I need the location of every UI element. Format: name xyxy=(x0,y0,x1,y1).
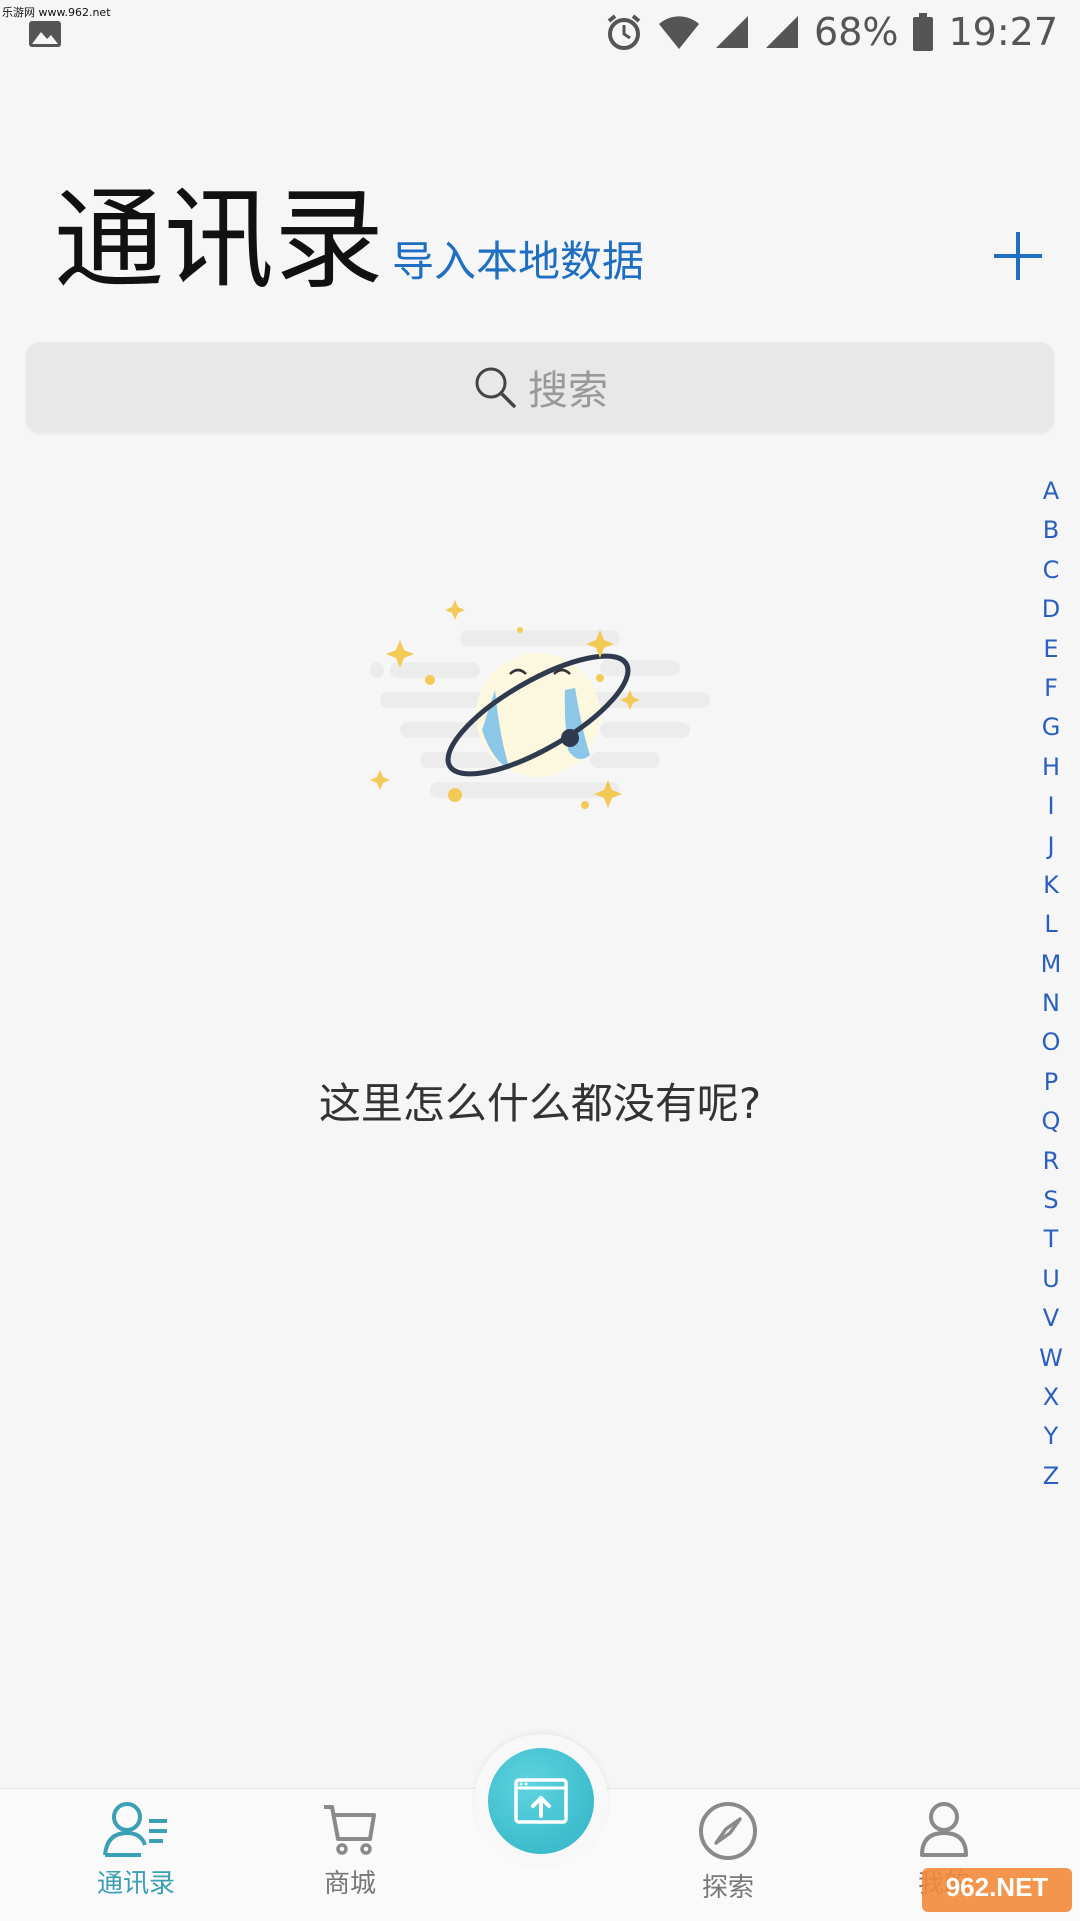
index-letter-d[interactable]: D xyxy=(1032,590,1070,629)
search-placeholder: 搜索 xyxy=(528,368,608,414)
contacts-icon xyxy=(103,1802,167,1857)
upload-button[interactable] xyxy=(488,1748,594,1854)
import-local-data-link[interactable]: 导入本地数据 xyxy=(392,236,644,288)
svg-text:962.NET: 962.NET xyxy=(946,1872,1049,1902)
tab-mall[interactable]: 商城 xyxy=(270,1799,430,1900)
upload-icon xyxy=(514,1778,568,1824)
tab-explore[interactable]: 探索 xyxy=(648,1799,808,1904)
alphabet-index[interactable]: ABCDEFGHIJKLMNOPQRSTUVWXYZ xyxy=(1032,472,1070,1496)
center-action-wrapper xyxy=(474,1734,608,1868)
cart-icon xyxy=(324,1805,376,1855)
index-letter-c[interactable]: C xyxy=(1032,551,1070,590)
index-letter-f[interactable]: F xyxy=(1032,669,1070,708)
index-letter-x[interactable]: X xyxy=(1032,1378,1070,1417)
index-letter-e[interactable]: E xyxy=(1032,630,1070,669)
index-letter-m[interactable]: M xyxy=(1032,945,1070,984)
watermark-text: 乐游网 www.962.net xyxy=(2,6,111,19)
index-letter-v[interactable]: V xyxy=(1032,1299,1070,1338)
tab-mall-label: 商城 xyxy=(323,1869,376,1899)
index-letter-u[interactable]: U xyxy=(1032,1260,1070,1299)
index-letter-l[interactable]: L xyxy=(1032,905,1070,944)
tab-contacts-label: 通讯录 xyxy=(96,1869,175,1899)
empty-state-message: 这里怎么什么都没有呢? xyxy=(318,1079,762,1128)
gallery-icon xyxy=(29,21,61,47)
status-bar: 乐游网 www.962.net 68% 19:27 xyxy=(0,0,1080,62)
index-letter-q[interactable]: Q xyxy=(1032,1102,1070,1141)
index-letter-b[interactable]: B xyxy=(1032,511,1070,550)
battery-icon xyxy=(913,13,934,51)
tab-explore-label: 探索 xyxy=(701,1873,754,1903)
signal-icon-2 xyxy=(766,16,799,48)
index-letter-p[interactable]: P xyxy=(1032,1063,1070,1102)
index-letter-r[interactable]: R xyxy=(1032,1142,1070,1181)
index-letter-t[interactable]: T xyxy=(1032,1220,1070,1259)
index-letter-n[interactable]: N xyxy=(1032,984,1070,1023)
search-icon xyxy=(475,367,516,408)
clock: 19:27 xyxy=(948,10,1058,54)
compass-icon xyxy=(699,1802,757,1860)
index-letter-w[interactable]: W xyxy=(1032,1339,1070,1378)
wifi-icon xyxy=(659,16,700,49)
index-letter-z[interactable]: Z xyxy=(1032,1457,1070,1496)
index-letter-k[interactable]: K xyxy=(1032,866,1070,905)
watermark-logo: 962.NET xyxy=(922,1868,1072,1912)
index-letter-i[interactable]: I xyxy=(1032,787,1070,826)
crying-planet-icon xyxy=(370,600,710,809)
index-letter-j[interactable]: J xyxy=(1032,827,1070,866)
index-letter-h[interactable]: H xyxy=(1032,748,1070,787)
tab-contacts[interactable]: 通讯录 xyxy=(56,1799,216,1900)
index-letter-o[interactable]: O xyxy=(1032,1023,1070,1062)
alarm-icon xyxy=(607,14,641,50)
index-letter-g[interactable]: G xyxy=(1032,708,1070,747)
index-letter-a[interactable]: A xyxy=(1032,472,1070,511)
index-letter-s[interactable]: S xyxy=(1032,1181,1070,1220)
index-letter-y[interactable]: Y xyxy=(1032,1417,1070,1456)
battery-percent: 68% xyxy=(814,10,899,54)
search-bar[interactable]: 搜索 xyxy=(26,342,1054,432)
profile-icon xyxy=(920,1802,968,1857)
plus-icon[interactable] xyxy=(990,228,1046,284)
signal-icon xyxy=(716,16,749,48)
page-title: 通讯录 xyxy=(54,176,384,304)
